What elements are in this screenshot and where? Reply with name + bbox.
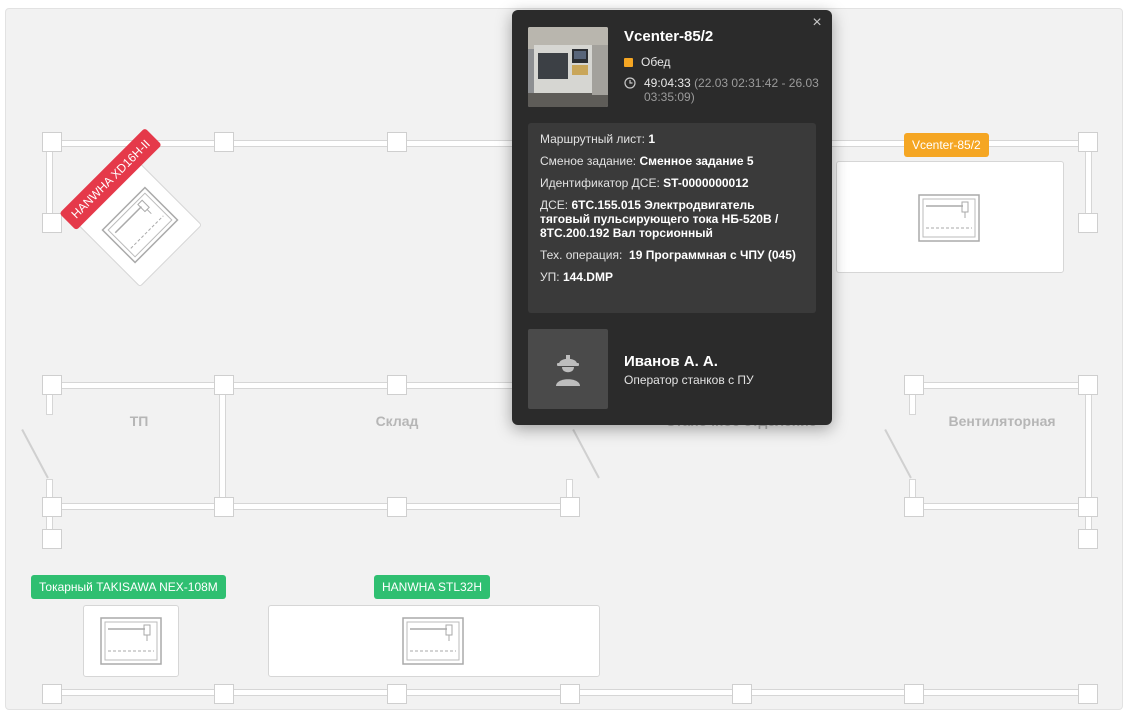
cnc-machine-icon <box>402 617 464 665</box>
info-dse: ДСЕ: 6ТС.155.015 Электродвигатель тяговы… <box>540 198 779 240</box>
wall-post <box>732 684 752 704</box>
wall-post <box>1078 497 1098 517</box>
wall <box>911 503 1086 510</box>
wall-post <box>1078 529 1098 549</box>
machine-tag-takisawa[interactable]: Токарный TAKISAWA NEX-108M <box>31 575 226 599</box>
status-row: Обед <box>624 55 670 69</box>
task-info-panel: Маршрутный лист: 1 Сменое задание: Сменн… <box>528 123 816 313</box>
cnc-machine-icon <box>918 194 980 242</box>
cnc-machine-icon <box>100 617 162 665</box>
door <box>572 429 600 479</box>
info-route: Маршрутный лист: 1 <box>540 132 655 146</box>
operator-role: Оператор станков с ПУ <box>624 373 754 387</box>
wall <box>54 382 574 389</box>
clock-icon <box>624 77 636 89</box>
worker-icon <box>556 355 580 386</box>
info-operation: Тех. операция: 19 Программная с ЧПУ (045… <box>540 248 796 262</box>
wall-post <box>387 132 407 152</box>
wall-post <box>387 375 407 395</box>
wall <box>54 503 574 510</box>
wall-post <box>1078 213 1098 233</box>
operator-name: Иванов А. А. <box>624 353 718 370</box>
status-indicator <box>624 57 633 67</box>
wall-post <box>42 375 62 395</box>
status-text: Обед <box>641 55 671 69</box>
wall-post <box>214 497 234 517</box>
wall-post <box>904 684 924 704</box>
wall <box>1085 147 1092 217</box>
duration-text: 49:04:33 <box>644 76 691 90</box>
door <box>884 429 912 479</box>
info-shift-task: Сменое задание: Сменное задание 5 <box>540 154 754 168</box>
wall-post <box>904 497 924 517</box>
machine-photo-image <box>528 27 608 107</box>
wall-post <box>1078 684 1098 704</box>
wall-post <box>904 375 924 395</box>
wall-post <box>214 132 234 152</box>
machine-tag-hanwha-stl32h[interactable]: HANWHA STL32H <box>374 575 491 599</box>
wall-post <box>1078 375 1098 395</box>
room-label-tp: ТП <box>129 413 149 429</box>
room-label-vent: Вентиляторная <box>948 413 1056 429</box>
status-duration: 49:04:33 (22.03 02:31:42 - 26.03 03:35:0… <box>624 76 824 104</box>
wall-post <box>560 497 580 517</box>
wall-post <box>42 497 62 517</box>
wall-post <box>387 684 407 704</box>
wall-post <box>42 684 62 704</box>
wall-post <box>214 375 234 395</box>
machine-photo <box>528 27 608 107</box>
wall <box>219 389 226 504</box>
wall-post <box>42 132 62 152</box>
machine-title: Vcenter-85/2 <box>624 28 714 45</box>
wall <box>911 382 1086 389</box>
close-button[interactable]: × <box>808 14 826 32</box>
info-program: УП: 144.DMP <box>540 270 613 284</box>
wall-post <box>42 529 62 549</box>
wall-post <box>214 684 234 704</box>
door <box>21 429 49 479</box>
info-dse-id: Идентификатор ДСЕ: ST-0000000012 <box>540 176 749 190</box>
room-label-sklad: Склад <box>375 413 419 429</box>
wall-post <box>560 684 580 704</box>
wall-post <box>42 213 62 233</box>
machine-tag-vcenter[interactable]: Vcenter-85/2 <box>904 133 989 157</box>
wall-post <box>1078 132 1098 152</box>
machine-info-popup: × Vcenter-85/2 Обед 49:04:33 (22.03 02:3… <box>512 10 832 425</box>
operator-avatar <box>528 329 608 409</box>
wall-post <box>387 497 407 517</box>
